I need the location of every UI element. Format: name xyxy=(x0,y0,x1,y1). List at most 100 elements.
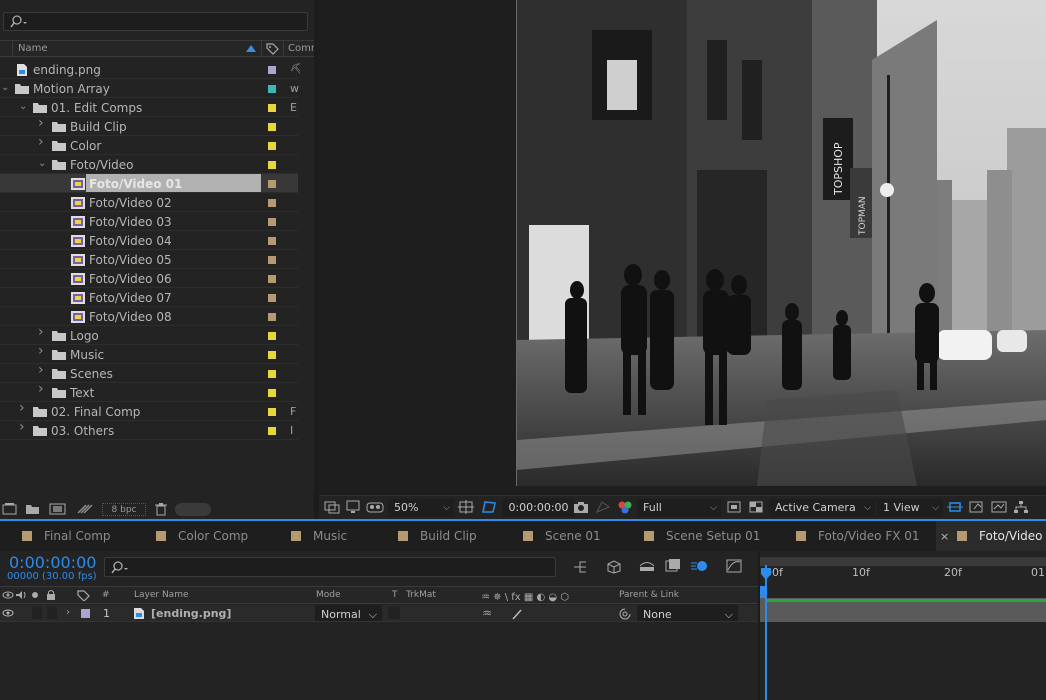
project-item[interactable]: ⌄ 01. Edit Comps E xyxy=(0,98,298,117)
close-tab-icon[interactable]: × xyxy=(940,530,949,543)
project-item[interactable]: › 02. Final Comp F xyxy=(0,401,298,421)
preserve-transparency-checkbox[interactable] xyxy=(388,607,400,619)
new-composition-icon[interactable] xyxy=(49,502,67,516)
tab-foto-video-fx-01[interactable]: Foto/Video FX 01 xyxy=(796,529,920,543)
always-preview-icon[interactable] xyxy=(324,500,340,514)
chevron-right-icon[interactable]: › xyxy=(19,401,29,415)
project-item[interactable]: Foto/Video 02 xyxy=(0,193,298,212)
project-item[interactable]: Foto/Video 03 xyxy=(0,212,298,231)
zoom-dropdown[interactable]: 50% ⌵ xyxy=(388,499,454,517)
label-color-swatch[interactable] xyxy=(268,408,276,416)
tab-scene-setup-01[interactable]: Scene Setup 01 xyxy=(644,529,760,543)
camera-dropdown[interactable]: Active Camera ⌵ xyxy=(769,499,875,517)
layer-name[interactable]: [ending.png] xyxy=(151,607,231,620)
region-of-interest-icon[interactable] xyxy=(726,500,742,514)
chevron-down-icon[interactable]: ⌄ xyxy=(38,159,48,169)
label-tag-icon[interactable] xyxy=(76,589,90,601)
tab-final-comp[interactable]: Final Comp xyxy=(22,529,111,543)
lock-toggle[interactable] xyxy=(47,607,57,619)
trash-icon[interactable] xyxy=(154,502,168,516)
grid-guides-icon[interactable] xyxy=(458,500,474,514)
sort-ascending-icon[interactable] xyxy=(246,45,256,52)
label-color-swatch[interactable] xyxy=(268,389,276,397)
layer-row[interactable]: › 1 [ending.png] Normal ⌵ ♒ None ⌵ xyxy=(0,605,758,622)
vr-icon[interactable] xyxy=(366,500,384,514)
project-item[interactable]: Foto/Video 06 xyxy=(0,269,298,288)
view-layout-dropdown[interactable]: 1 View ⌵ xyxy=(877,499,943,517)
chevron-right-icon[interactable]: › xyxy=(38,363,48,377)
expand-chevron-icon[interactable]: › xyxy=(66,607,70,618)
viewer-timecode[interactable]: 0:00:00:00 xyxy=(502,499,575,517)
label-color-swatch[interactable] xyxy=(268,351,276,359)
project-item[interactable]: › Logo xyxy=(0,325,298,345)
bit-depth-button[interactable]: 8 bpc xyxy=(102,503,146,516)
color-channels-icon[interactable] xyxy=(617,500,633,514)
mask-visibility-icon[interactable] xyxy=(481,500,497,514)
pick-whip-icon[interactable] xyxy=(618,607,632,620)
shy-switch-icon[interactable]: ♒ xyxy=(482,607,492,620)
comp-mini-flowchart-icon[interactable] xyxy=(572,560,590,574)
toggle-pixel-aspect-icon[interactable] xyxy=(947,500,963,514)
chevron-right-icon[interactable]: › xyxy=(38,344,48,358)
label-color-swatch[interactable] xyxy=(268,427,276,435)
project-item[interactable]: Foto/Video 04 xyxy=(0,231,298,250)
solo-toggle[interactable] xyxy=(32,607,42,619)
label-color-swatch[interactable] xyxy=(268,256,276,264)
label-color-swatch[interactable] xyxy=(268,218,276,226)
new-folder-icon[interactable] xyxy=(25,502,41,516)
project-item[interactable]: › Build Clip xyxy=(0,116,298,136)
layer-name-header[interactable]: Layer Name xyxy=(134,590,189,600)
label-color-swatch[interactable] xyxy=(268,161,276,169)
tab-color-comp[interactable]: Color Comp xyxy=(156,529,248,543)
layer-label-swatch[interactable] xyxy=(81,609,90,618)
flowchart-icon[interactable] xyxy=(1013,500,1029,514)
blend-mode-dropdown[interactable]: Normal ⌵ xyxy=(315,605,382,621)
label-color-swatch[interactable] xyxy=(268,237,276,245)
label-color-swatch[interactable] xyxy=(268,199,276,207)
composition-frame[interactable]: TOPSHOP TOPMAN xyxy=(516,0,1046,486)
timeline-icon[interactable] xyxy=(991,500,1007,514)
tab-music[interactable]: Music xyxy=(291,529,347,543)
project-item[interactable]: Foto/Video 08 xyxy=(0,307,298,326)
project-item[interactable]: Foto/Video 07 xyxy=(0,288,298,307)
fast-previews-icon[interactable] xyxy=(969,500,985,514)
label-color-swatch[interactable] xyxy=(268,180,276,188)
video-eye-icon[interactable] xyxy=(2,590,14,600)
project-item[interactable]: › Scenes xyxy=(0,363,298,383)
snapshot-camera-icon[interactable] xyxy=(573,500,589,514)
project-item[interactable]: › Text xyxy=(0,382,298,402)
project-settings-icon[interactable] xyxy=(76,502,94,516)
video-eye-icon[interactable] xyxy=(2,608,14,618)
resolution-dropdown[interactable]: Full ⌵ xyxy=(637,499,721,517)
label-color-swatch[interactable] xyxy=(268,313,276,321)
label-color-swatch[interactable] xyxy=(268,332,276,340)
project-item[interactable]: › Music xyxy=(0,344,298,364)
solo-dot-icon[interactable] xyxy=(30,590,40,600)
chevron-right-icon[interactable]: › xyxy=(38,116,48,130)
transparency-grid-icon[interactable] xyxy=(748,500,764,514)
hide-shy-layers-icon[interactable] xyxy=(638,559,656,573)
label-color-swatch[interactable] xyxy=(268,104,276,112)
timeline-search-input[interactable] xyxy=(104,557,556,577)
chevron-right-icon[interactable]: › xyxy=(19,420,29,434)
show-snapshot-icon[interactable] xyxy=(595,500,611,514)
label-color-swatch[interactable] xyxy=(268,275,276,283)
graph-editor-icon[interactable] xyxy=(725,558,743,574)
chevron-right-icon[interactable]: › xyxy=(38,325,48,339)
draft-3d-icon[interactable] xyxy=(605,558,623,574)
playhead-handle-icon[interactable] xyxy=(760,567,772,581)
chevron-down-icon[interactable]: ⌄ xyxy=(1,83,11,93)
project-search-input[interactable] xyxy=(3,12,308,31)
label-color-swatch[interactable] xyxy=(268,66,276,74)
label-tag-icon[interactable] xyxy=(265,42,279,56)
project-item[interactable]: ending.png ⛏ xyxy=(0,60,300,79)
horizontal-scrollbar[interactable] xyxy=(175,503,211,516)
label-color-swatch[interactable] xyxy=(268,294,276,302)
tab-build-clip[interactable]: Build Clip xyxy=(398,529,477,543)
frame-blending-icon[interactable] xyxy=(664,558,682,574)
monitor-icon[interactable] xyxy=(345,500,361,514)
label-color-swatch[interactable] xyxy=(268,142,276,150)
chevron-down-icon[interactable]: ⌄ xyxy=(19,102,29,112)
label-color-swatch[interactable] xyxy=(268,370,276,378)
current-time-display[interactable]: 0:00:00:00 xyxy=(9,553,96,572)
